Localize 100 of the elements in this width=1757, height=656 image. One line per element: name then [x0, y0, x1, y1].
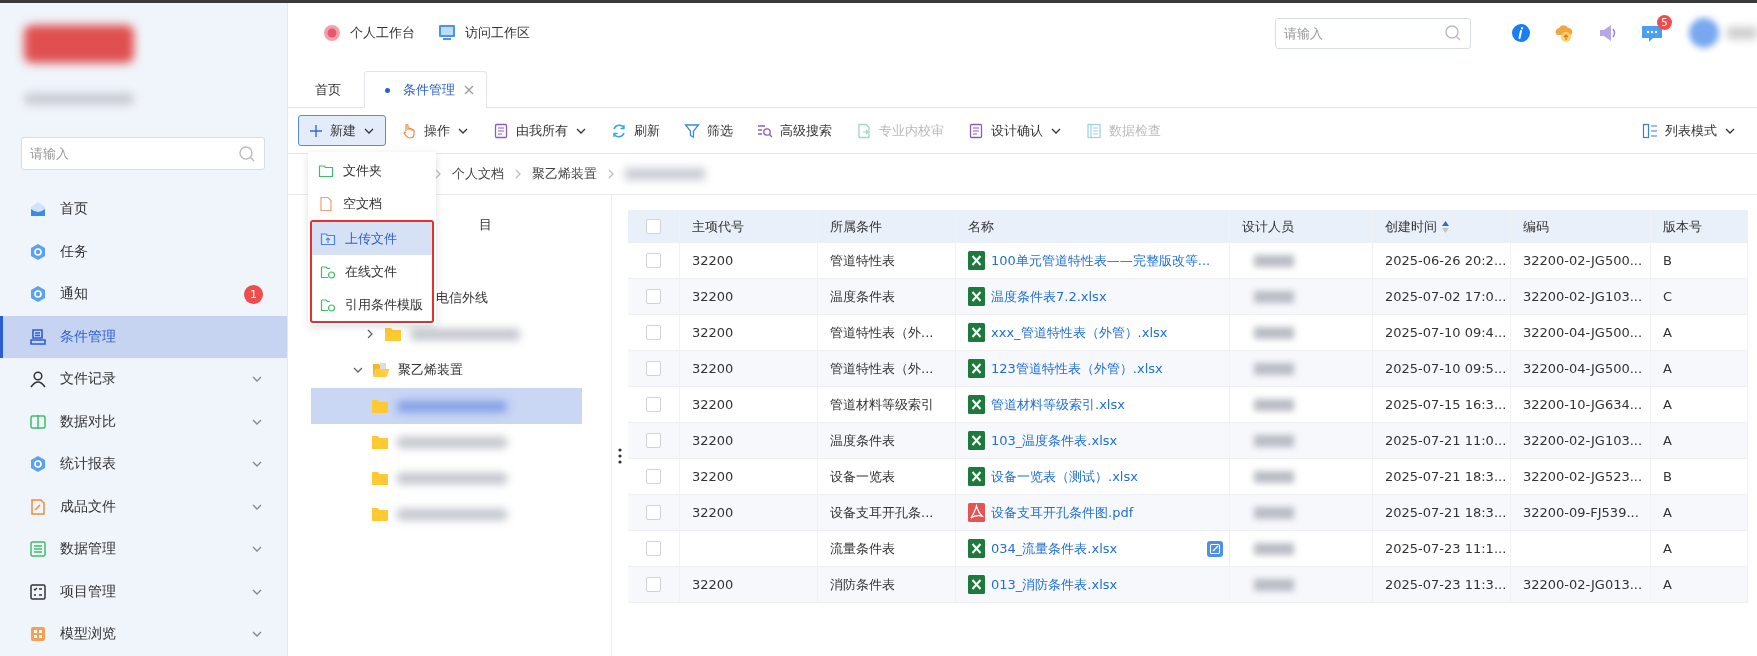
blob-icon — [322, 23, 342, 43]
table-cell: 32200-02-JG500... — [1523, 253, 1643, 268]
list-icon — [1086, 122, 1102, 139]
checkbox[interactable] — [646, 325, 661, 340]
table-cell: 32200 — [692, 469, 734, 484]
nav-link[interactable]: 访问工作区 — [437, 23, 530, 43]
toolbar-button[interactable]: 由我所有 — [484, 115, 596, 146]
breadcrumb-link[interactable]: 个人文档 — [452, 165, 504, 183]
table-cell: 32200-09-FJ539... — [1523, 505, 1639, 520]
cloud-icon[interactable] — [1553, 23, 1575, 43]
table-cell: 2025-07-23 11:3... — [1385, 577, 1507, 592]
file-link[interactable]: 013_消防条件表.xlsx — [991, 575, 1229, 594]
blurred-text — [1254, 326, 1294, 339]
tab[interactable]: 首页 — [292, 71, 364, 108]
info-icon[interactable] — [1511, 23, 1531, 43]
breadcrumb-link[interactable]: 聚乙烯装置 — [532, 165, 597, 183]
sidebar-label: 项目管理 — [60, 582, 117, 601]
hexagon-icon — [29, 455, 47, 474]
monitor-icon — [437, 23, 457, 43]
sidebar-item[interactable]: 条件管理 — [0, 315, 287, 358]
toolbar-button[interactable]: 操作 — [392, 115, 478, 146]
toolbar-button[interactable]: 刷新 — [602, 115, 669, 146]
table-cell: 2025-07-21 11:0... — [1385, 433, 1507, 448]
toolbar-button[interactable]: 高级搜索 — [748, 115, 841, 146]
table-cell: 32200-02-JG013... — [1523, 577, 1643, 592]
checkbox[interactable] — [646, 469, 661, 484]
checkbox[interactable] — [646, 253, 661, 268]
table-cell: 温度条件表 — [830, 431, 895, 450]
checkbox[interactable] — [646, 397, 661, 412]
file-link[interactable]: 103_温度条件表.xlsx — [991, 431, 1229, 450]
sidebar-item[interactable]: 首页 — [0, 188, 287, 231]
message-icon[interactable] — [1641, 23, 1663, 43]
file-link[interactable]: 温度条件表7.2.xlsx — [991, 287, 1229, 306]
document-icon — [856, 122, 872, 139]
document-icon — [29, 327, 47, 346]
column-header[interactable]: 版本号 — [1663, 217, 1702, 236]
refresh-icon — [611, 122, 627, 139]
sidebar-item[interactable]: 数据管理 — [0, 528, 287, 571]
column-header[interactable]: 创建时间 — [1385, 217, 1437, 236]
sort-icon[interactable] — [1441, 219, 1450, 234]
search-field[interactable]: 请输入 — [1275, 17, 1471, 49]
tree-item[interactable]: 目 — [479, 216, 492, 234]
toolbar-button[interactable]: 设计确认 — [959, 115, 1071, 146]
table-cell: 2025-07-15 16:3... — [1385, 397, 1507, 412]
file-link[interactable]: 设备一览表（测试）.xlsx — [991, 467, 1229, 486]
chevron-icon — [607, 168, 615, 180]
table-cell: 32200 — [692, 325, 734, 340]
sidebar-item[interactable]: 数据对比 — [0, 400, 287, 443]
table-cell: 温度条件表 — [830, 287, 895, 306]
column-header[interactable]: 所属条件 — [830, 217, 882, 236]
blurred-text — [1254, 434, 1294, 447]
tree-item[interactable] — [311, 388, 582, 424]
toolbar-button[interactable]: 筛选 — [675, 115, 742, 146]
column-header[interactable]: 设计人员 — [1242, 217, 1294, 236]
table-cell: 管道特性表（外... — [830, 359, 934, 378]
sidebar-item[interactable]: 模型浏览 — [0, 613, 287, 656]
folder-icon — [371, 434, 389, 450]
sidebar-item[interactable]: 任务 — [0, 230, 287, 273]
nav-link[interactable]: 个人工作台 — [322, 23, 415, 43]
checkbox[interactable] — [646, 505, 661, 520]
menu-item[interactable]: 上传文件 — [312, 222, 432, 255]
toolbar-button[interactable]: 新建 — [298, 115, 386, 146]
folder-clock-icon — [320, 263, 336, 280]
tree-item[interactable]: 聚乙烯装置 — [398, 361, 463, 379]
drag-handle-icon[interactable] — [618, 447, 622, 464]
tree-item[interactable]: 电信外线 — [436, 289, 488, 307]
file-link[interactable]: 管道材料等级索引.xlsx — [991, 395, 1229, 414]
file-link[interactable]: 123管道特性表（外管）.xlsx — [991, 359, 1229, 378]
table-cell: A — [1663, 541, 1672, 556]
search-field[interactable]: 请输入 — [21, 137, 265, 170]
menu-item[interactable]: 引用条件模版 — [312, 288, 432, 321]
file-link[interactable]: 034_流量条件表.xlsx — [991, 539, 1201, 558]
view-mode-button[interactable]: 列表模式 — [1633, 115, 1745, 146]
avatar[interactable] — [1689, 18, 1719, 48]
table-cell: 32200-10-JG634... — [1523, 397, 1643, 412]
tab[interactable]: 条件管理 — [364, 71, 487, 108]
file-link[interactable]: 100单元管道特性表——完整版改等... — [991, 251, 1229, 270]
sidebar-item[interactable]: 统计报表 — [0, 443, 287, 486]
close-icon[interactable] — [464, 85, 474, 95]
menu-item[interactable]: 文件夹 — [308, 154, 436, 187]
menu-item[interactable]: 在线文件 — [312, 255, 432, 288]
checkbox[interactable] — [646, 577, 661, 592]
table-cell: 32200 — [692, 361, 734, 376]
edit-icon[interactable] — [1207, 540, 1223, 557]
checkbox[interactable] — [646, 433, 661, 448]
sidebar-item[interactable]: 文件记录 — [0, 358, 287, 401]
checkbox[interactable] — [646, 541, 661, 556]
file-link[interactable]: xxx_管道特性表（外管）.xlsx — [991, 323, 1229, 342]
column-header[interactable]: 主项代号 — [692, 217, 744, 236]
search-icon — [1444, 24, 1462, 42]
sidebar-item[interactable]: 项目管理 — [0, 570, 287, 613]
menu-item[interactable]: 空文档 — [308, 187, 436, 220]
column-header[interactable]: 编码 — [1523, 217, 1549, 236]
file-link[interactable]: 设备支耳开孔条件图.pdf — [991, 503, 1229, 522]
checkbox[interactable] — [646, 361, 661, 376]
column-header[interactable]: 名称 — [968, 217, 994, 236]
sidebar-item[interactable]: 成品文件 — [0, 485, 287, 528]
checkbox[interactable] — [646, 289, 661, 304]
checkbox[interactable] — [646, 219, 661, 234]
sidebar-item[interactable]: 通知 1 — [0, 273, 287, 316]
